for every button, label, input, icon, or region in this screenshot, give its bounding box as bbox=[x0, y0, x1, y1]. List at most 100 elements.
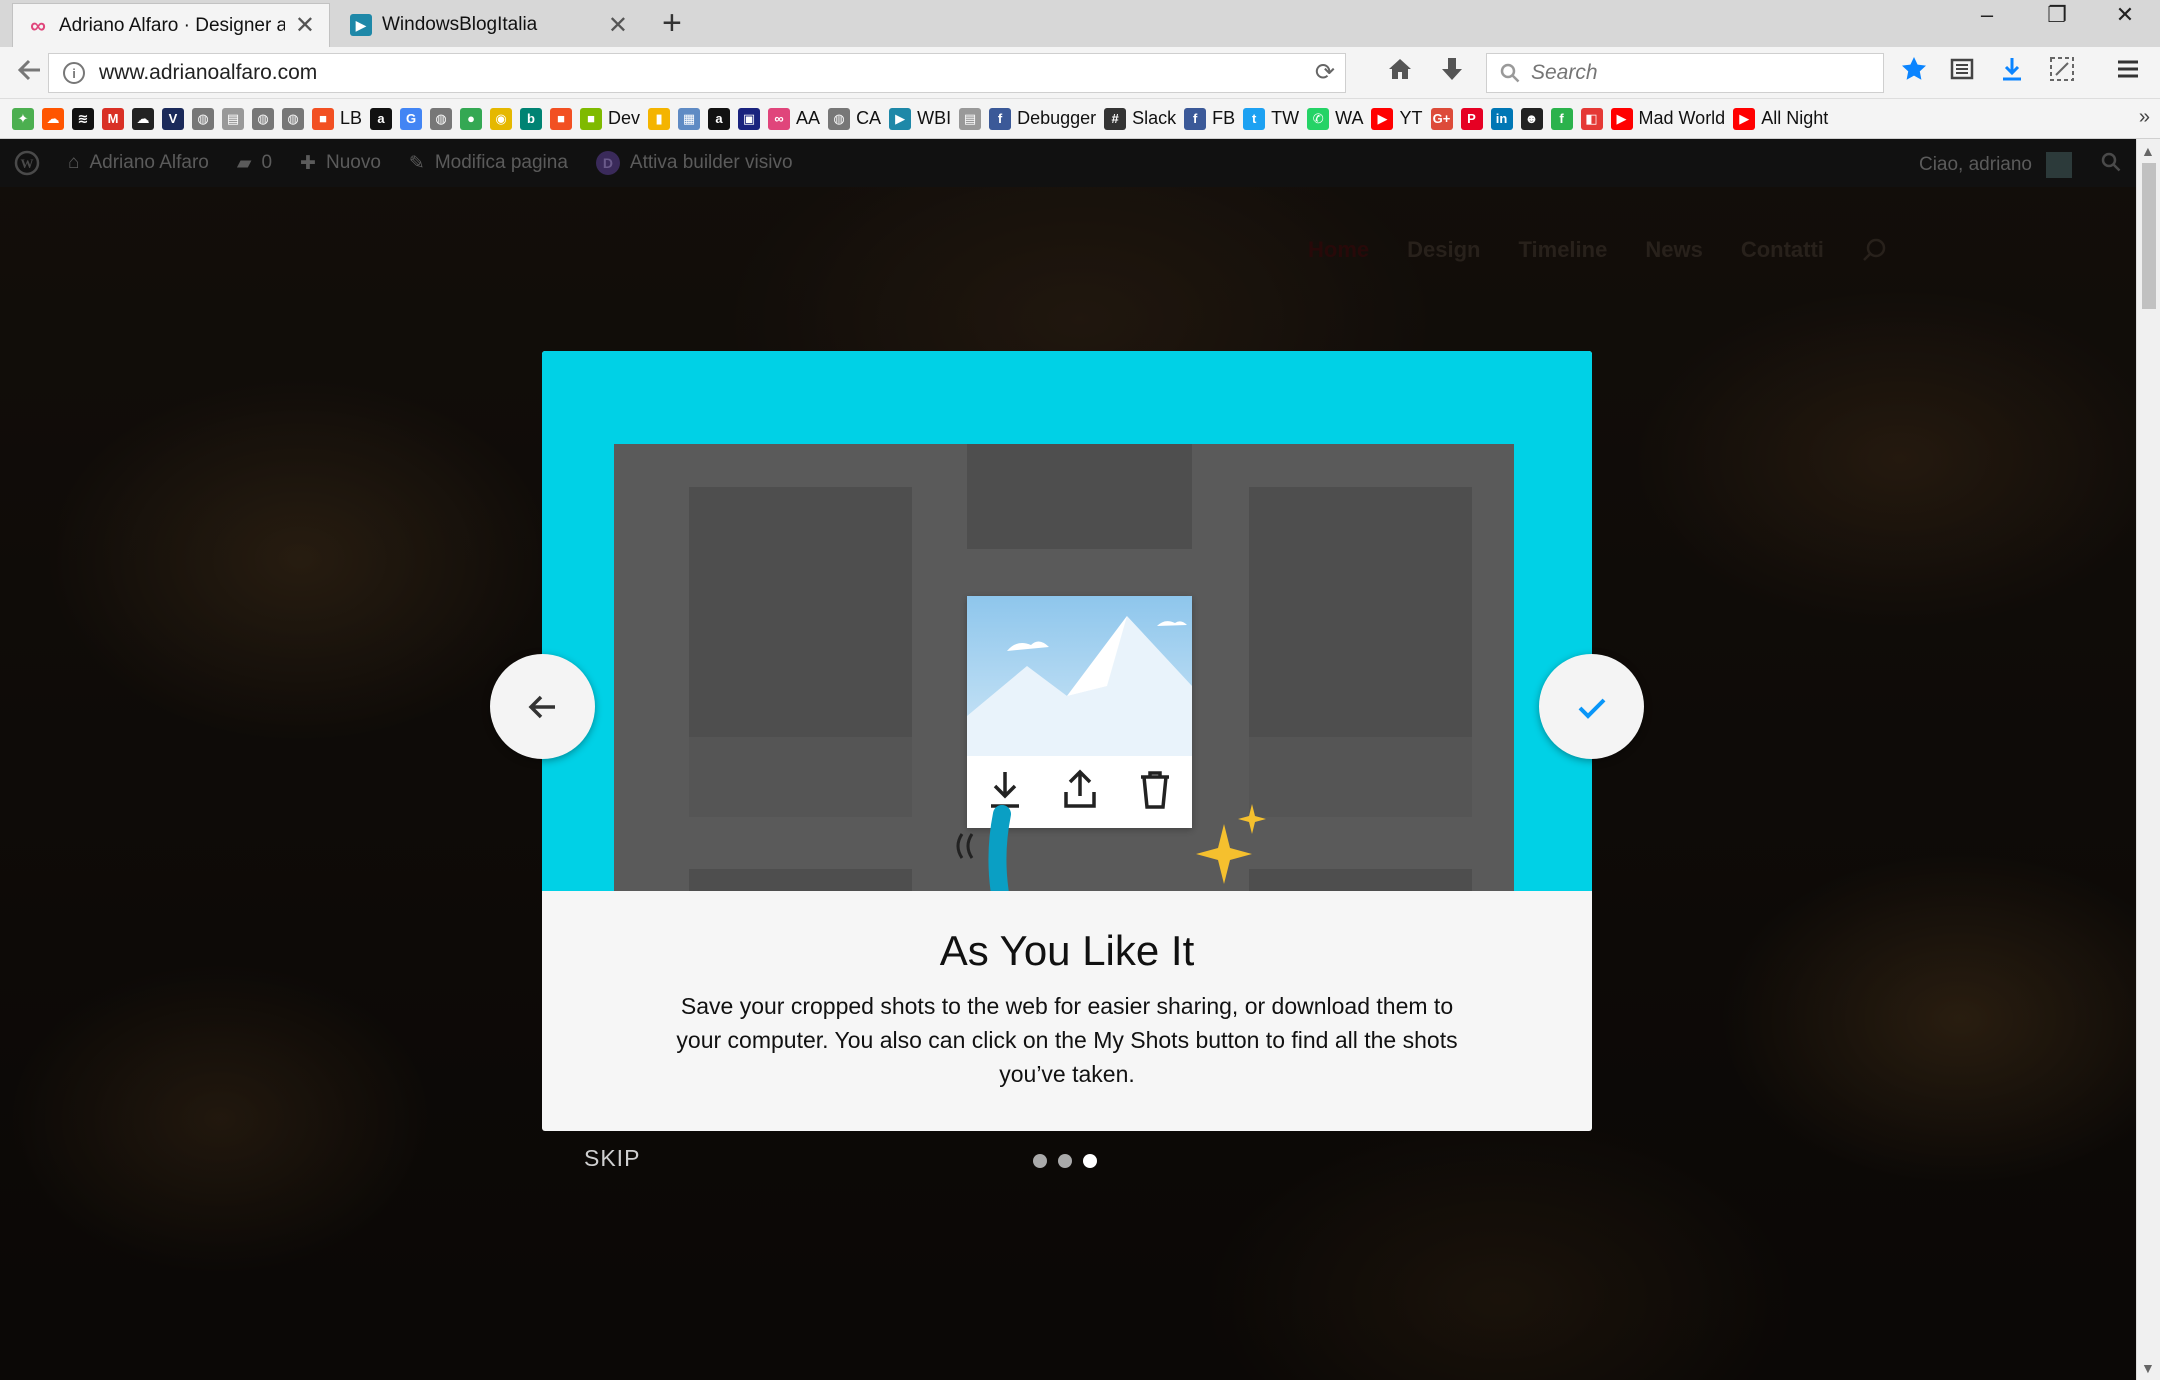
navigation-toolbar: i ⟳ bbox=[0, 47, 2160, 99]
youtube-icon: ▶ bbox=[1371, 107, 1394, 130]
menu-icon[interactable] bbox=[2114, 55, 2142, 90]
bookmark-item[interactable]: ▶ YT bbox=[1371, 107, 1423, 130]
bookmark-item[interactable]: M bbox=[102, 107, 124, 130]
page-dot-1[interactable] bbox=[1033, 1154, 1047, 1168]
bookmark-item[interactable]: f Debugger bbox=[989, 107, 1096, 130]
close-window-button[interactable]: ✕ bbox=[2090, 2, 2160, 28]
scroll-down-icon[interactable]: ▼ bbox=[2141, 1360, 2155, 1376]
more-bookmarks-icon[interactable]: » bbox=[2139, 106, 2150, 129]
bookmark-item[interactable]: V bbox=[162, 107, 184, 130]
bookmark-item[interactable]: ▦ bbox=[678, 107, 701, 130]
minimize-button[interactable]: – bbox=[1952, 2, 2022, 28]
downloads-icon[interactable] bbox=[1998, 55, 2026, 90]
bookmark-item[interactable]: ☁ bbox=[132, 107, 154, 130]
close-tab-icon[interactable]: ✕ bbox=[295, 11, 315, 40]
scroll-up-icon[interactable]: ▲ bbox=[2141, 143, 2155, 159]
skip-button[interactable]: SKIP bbox=[584, 1145, 640, 1172]
bookmark-item[interactable]: ☁ bbox=[42, 107, 64, 130]
illustration-shot-thumbnail bbox=[967, 596, 1192, 828]
bookmark-item[interactable]: G+ bbox=[1430, 107, 1453, 130]
bookmark-item[interactable]: ∞ AA bbox=[768, 107, 820, 130]
bookmark-item[interactable]: ▤ bbox=[222, 107, 244, 130]
reload-icon[interactable]: ⟳ bbox=[1315, 58, 1335, 87]
tab-strip: ∞ Adriano Alfaro · Designer a S ✕ ▶ Wind… bbox=[0, 0, 2160, 47]
bookmark-item[interactable]: G bbox=[400, 107, 423, 130]
bookmark-item[interactable]: ☻ bbox=[1520, 107, 1543, 130]
search-bar[interactable] bbox=[1486, 53, 1884, 93]
page-dot-2[interactable] bbox=[1058, 1154, 1072, 1168]
screenshot-icon[interactable] bbox=[2048, 55, 2076, 90]
bookmark-item[interactable]: f FB bbox=[1184, 107, 1235, 130]
bookmark-item[interactable]: ◍ CA bbox=[828, 107, 881, 130]
vertical-scrollbar[interactable]: ▲ ▼ bbox=[2136, 139, 2160, 1380]
bookmark-item[interactable]: in bbox=[1490, 107, 1513, 130]
bookmark-item[interactable]: b bbox=[520, 107, 543, 130]
bookmark-item[interactable]: ● bbox=[460, 107, 483, 130]
wordpress-logo-icon[interactable]: W bbox=[14, 150, 40, 176]
site-name-link[interactable]: ⌂ Adriano Alfaro bbox=[68, 152, 209, 174]
bookmark-item[interactable]: ▤ bbox=[959, 107, 982, 130]
visual-builder-link[interactable]: D Attiva builder visivo bbox=[595, 151, 793, 175]
new-tab-button[interactable]: + bbox=[662, 4, 682, 43]
bookmark-item[interactable]: ▣ bbox=[738, 107, 761, 130]
restore-button[interactable]: ❐ bbox=[2022, 2, 2092, 28]
bookmark-item[interactable]: ◍ bbox=[192, 107, 214, 130]
url-bar[interactable]: i ⟳ bbox=[48, 53, 1346, 93]
tab-title: Adriano Alfaro · Designer a S bbox=[59, 14, 285, 36]
googleplus-icon: G+ bbox=[1430, 107, 1453, 130]
facebook-icon: f bbox=[1184, 107, 1207, 130]
new-content-link[interactable]: ✚ Nuovo bbox=[300, 152, 381, 175]
bookmark-item[interactable]: ◧ bbox=[1580, 107, 1603, 130]
download-arrow-icon[interactable] bbox=[1438, 55, 1466, 90]
bookmark-item[interactable]: ▶ WBI bbox=[889, 107, 951, 130]
bookmark-item[interactable]: ■ bbox=[550, 107, 573, 130]
search-input[interactable] bbox=[1531, 61, 1871, 85]
bookmark-item[interactable]: ✦ bbox=[12, 107, 34, 130]
bookmark-item[interactable]: ◉ bbox=[490, 107, 513, 130]
back-arrow-icon[interactable] bbox=[14, 55, 44, 92]
vectr-icon: V bbox=[162, 107, 184, 130]
avatar[interactable] bbox=[2046, 152, 2072, 178]
bookmark-item[interactable]: a bbox=[708, 107, 731, 130]
close-tab-icon[interactable]: ✕ bbox=[608, 11, 628, 40]
previous-slide-button[interactable] bbox=[490, 654, 595, 759]
user-greeting[interactable]: Ciao, adriano bbox=[1919, 154, 2032, 176]
bookmark-item[interactable]: ✆ WA bbox=[1307, 107, 1363, 130]
bookmark-item[interactable]: ▶ Mad World bbox=[1610, 107, 1725, 130]
tab-adriano-alfaro[interactable]: ∞ Adriano Alfaro · Designer a S ✕ bbox=[12, 3, 330, 47]
youtube-icon: ▶ bbox=[1610, 107, 1633, 130]
comments-link[interactable]: ▰ 0 bbox=[237, 152, 272, 175]
pagination-dots bbox=[1033, 1154, 1097, 1168]
bookmark-item[interactable]: ◍ bbox=[282, 107, 304, 130]
bookmark-item[interactable]: ▮ bbox=[648, 107, 671, 130]
page-icon: ▤ bbox=[222, 107, 244, 130]
onboarding-description: Save your cropped shots to the web for e… bbox=[676, 993, 1458, 1087]
amazon-icon: a bbox=[708, 107, 731, 130]
bookmark-item[interactable]: t TW bbox=[1243, 107, 1299, 130]
bookmark-item[interactable]: f bbox=[1550, 107, 1573, 130]
page-dot-3[interactable] bbox=[1083, 1154, 1097, 1168]
reading-list-icon[interactable] bbox=[1948, 55, 1976, 90]
wbi-icon: ▶ bbox=[350, 14, 372, 36]
chart-icon: ▮ bbox=[648, 107, 671, 130]
tab-windowsblogitalia[interactable]: ▶ WindowsBlogItalia ✕ bbox=[336, 3, 642, 47]
bookmark-item[interactable]: ■ LB bbox=[312, 107, 362, 130]
bookmark-item[interactable]: ■ Dev bbox=[580, 107, 640, 130]
edit-page-link[interactable]: ✎ Modifica pagina bbox=[409, 152, 568, 175]
bookmark-item[interactable]: P bbox=[1460, 107, 1483, 130]
trash-icon bbox=[1135, 768, 1175, 817]
tab-title: WindowsBlogItalia bbox=[382, 14, 538, 35]
home-icon[interactable] bbox=[1386, 55, 1414, 90]
finish-button[interactable] bbox=[1539, 654, 1644, 759]
site-info-icon[interactable]: i bbox=[63, 62, 85, 84]
scrollbar-thumb[interactable] bbox=[2142, 163, 2156, 309]
bookmark-item[interactable]: ▶ All Night bbox=[1733, 107, 1828, 130]
bookmark-item[interactable]: ≋ bbox=[72, 107, 94, 130]
search-icon[interactable] bbox=[2100, 151, 2122, 179]
bookmark-star-icon[interactable] bbox=[1900, 55, 1928, 90]
bookmark-item[interactable]: a bbox=[370, 107, 393, 130]
url-input[interactable] bbox=[99, 61, 1249, 85]
bookmark-item[interactable]: # Slack bbox=[1104, 107, 1176, 130]
bookmark-item[interactable]: ◍ bbox=[430, 107, 453, 130]
bookmark-item[interactable]: ◍ bbox=[252, 107, 274, 130]
